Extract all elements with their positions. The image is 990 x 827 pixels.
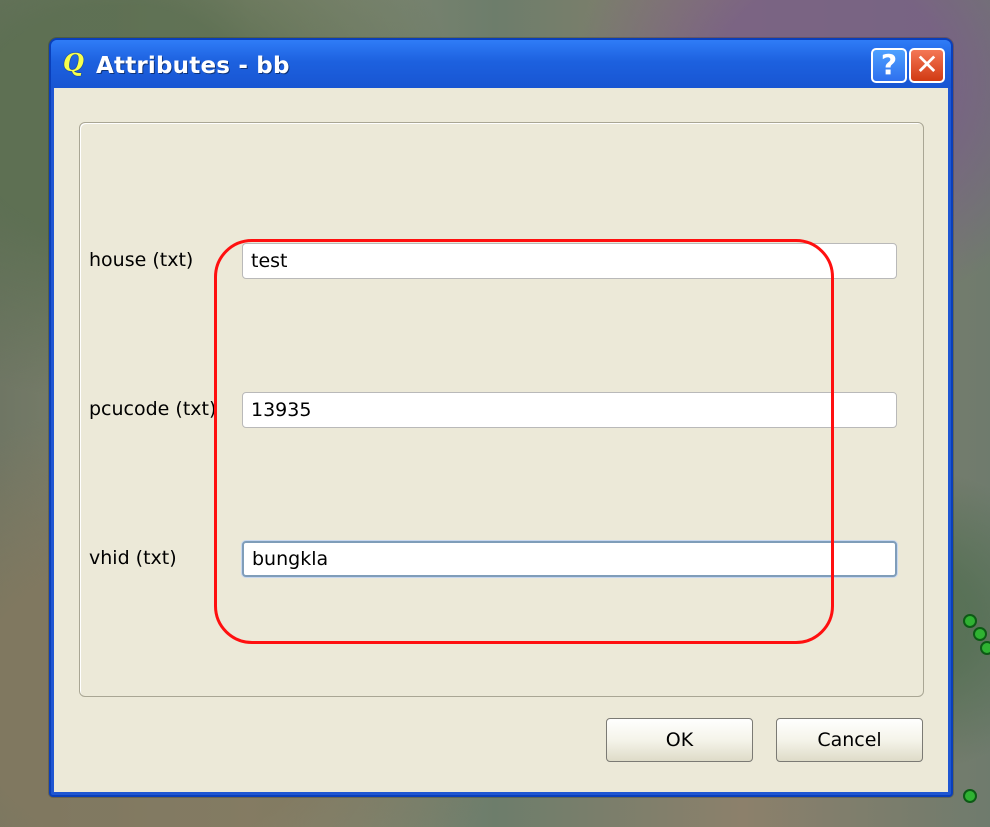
map-marker-icon [963, 614, 977, 628]
attributes-dialog: Q Attributes - bb ? ✕ house (txt) pcucod… [49, 38, 953, 797]
dialog-title: Attributes - bb [96, 53, 290, 79]
red-highlight-annotation [214, 239, 834, 644]
ok-button[interactable]: OK [606, 718, 753, 762]
dialog-title-bar[interactable]: Q Attributes - bb ? ✕ [51, 40, 951, 88]
cancel-button[interactable]: Cancel [776, 718, 923, 762]
map-marker-icon [973, 627, 987, 641]
attributes-group: house (txt) pcucode (txt) vhid (txt) [79, 122, 924, 697]
house-input[interactable] [242, 243, 897, 279]
house-label: house (txt) [89, 249, 194, 271]
help-button[interactable]: ? [871, 48, 907, 83]
close-button[interactable]: ✕ [909, 48, 945, 83]
dialog-body: house (txt) pcucode (txt) vhid (txt) OK … [54, 88, 948, 792]
pcucode-label: pcucode (txt) [89, 398, 217, 420]
vhid-label: vhid (txt) [89, 547, 177, 569]
pcucode-input[interactable] [242, 392, 897, 428]
map-marker-icon [963, 789, 977, 803]
vhid-input[interactable] [242, 541, 897, 577]
map-marker-icon [980, 641, 990, 655]
qgis-icon: Q [63, 48, 84, 77]
